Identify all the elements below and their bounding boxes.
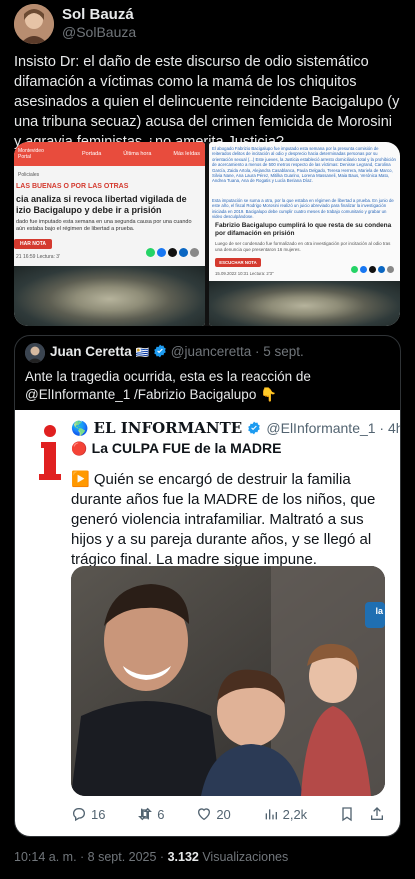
kicker: LAS BUENAS O POR LAS OTRAS <box>16 183 129 190</box>
site-brand-sub: Portal <box>18 154 32 160</box>
like-count: 20 <box>216 806 231 822</box>
share-icons <box>146 248 201 257</box>
share-icons-right <box>351 266 396 273</box>
views-count: 2,2k <box>282 806 308 822</box>
repost-action: 6 <box>137 806 165 822</box>
views-label: Visualizaciones <box>198 850 289 864</box>
family-photo <box>71 566 385 796</box>
author-name[interactable]: Sol Bauzá <box>62 6 134 23</box>
embedded-verified-icon <box>247 421 261 435</box>
repost-icon <box>138 807 153 821</box>
breadcrumb: Policiales <box>18 172 40 178</box>
embedded-action-bar: 16 6 20 2,2k <box>71 806 385 822</box>
news-screenshot-left[interactable]: Montevideo Portal Portada Última hora Má… <box>14 142 205 326</box>
email-icon <box>190 248 199 257</box>
quoted-post[interactable]: Juan Ceretta 🇺🇾 @juanceretta · 5 sept. A… <box>14 335 401 837</box>
reply-count: 16 <box>91 806 106 822</box>
x-icon <box>168 248 177 257</box>
email-icon <box>387 266 394 273</box>
embedded-headline: La CULPA FUE de la MADRE <box>91 440 282 456</box>
flag-icon: 🇺🇾 <box>135 347 150 359</box>
embedded-screenshot[interactable]: 🌎 EL INFORMANTE @ElInformante_1 · 4h 🔴 L… <box>15 410 401 836</box>
listen-button-right-label: ESCUCHAR NOTA <box>219 260 257 265</box>
article-excerpt-mid: Esta imputación se suma a otra, por la q… <box>212 198 394 220</box>
red-circle-icon: 🔴 <box>71 441 88 456</box>
listen-button-right: ESCUCHAR NOTA <box>215 258 261 267</box>
news-header-bar: Montevideo Portal Portada Última hora Má… <box>14 142 205 166</box>
related-lede: Luego de ser condenado fue formalizado e… <box>215 241 391 252</box>
views-icon <box>265 809 277 820</box>
post-text: Insisto Dr: el daño de este discurso de … <box>14 54 400 150</box>
reply-icon <box>73 808 85 822</box>
headline: cia analiza si revoca libertad vigilada … <box>16 194 187 215</box>
nav-portada: Portada <box>82 151 102 157</box>
article-excerpt-top: El abogado Fabrizio Bacigalupo fue imput… <box>212 146 396 184</box>
listen-button-label: HAR NOTA <box>19 241 46 247</box>
verified-badge-icon <box>153 344 167 358</box>
views-number: 3.132 <box>167 850 199 864</box>
avatar-image <box>14 4 54 44</box>
post-timestamp[interactable]: 10:14 a. m. · 8 sept. 2025 · <box>14 850 168 864</box>
quote-author-name[interactable]: Juan Ceretta <box>50 344 132 359</box>
embedded-author-line: 🌎 EL INFORMANTE @ElInformante_1 · 4h <box>71 418 401 437</box>
author-avatar[interactable] <box>14 4 54 44</box>
share-icon <box>371 807 383 820</box>
embedded-headline-line: 🔴 La CULPA FUE de la MADRE <box>71 440 281 458</box>
listen-button: HAR NOTA <box>14 239 52 249</box>
article-photo <box>14 266 205 326</box>
linkedin-icon <box>378 266 385 273</box>
embedded-photo: la <box>71 566 385 796</box>
repost-count: 6 <box>157 806 165 822</box>
media-grid[interactable]: Montevideo Portal Portada Última hora Má… <box>14 142 400 326</box>
related-headline: Fabrizio Bacigalupo cumplirá lo que rest… <box>215 222 392 237</box>
views-action: 2,2k <box>263 806 308 822</box>
x-icon <box>369 266 376 273</box>
quote-avatar-image <box>25 343 45 363</box>
embedded-handle: @ElInformante_1 · 4h <box>266 420 401 436</box>
embedded-name: EL INFORMANTE <box>93 419 243 437</box>
meta: 21 16:59 Lectura: 3' <box>16 254 61 260</box>
quote-author-avatar[interactable] <box>25 343 45 363</box>
like-action: 20 <box>196 806 231 822</box>
play-icon: ▶️ <box>71 471 90 488</box>
post-timestamp-line: 10:14 a. m. · 8 sept. 2025 · 3.132 Visua… <box>14 850 288 864</box>
quote-author-line[interactable]: Juan Ceretta 🇺🇾 @juanceretta · 5 sept. <box>50 344 304 359</box>
nav-mas-leidas: Más leídas <box>173 151 200 157</box>
meta-right: 15.09.2022 10:31 Lectura: 2'3" <box>215 271 274 276</box>
linkedin-icon <box>179 248 188 257</box>
article-photo-right <box>209 281 400 326</box>
reply-action: 16 <box>71 806 105 822</box>
facebook-icon <box>157 248 166 257</box>
bookmark-share-group <box>339 806 385 822</box>
whatsapp-icon <box>351 266 358 273</box>
bookmark-icon <box>342 807 352 822</box>
quote-author-handle[interactable]: @juanceretta · 5 sept. <box>171 344 304 359</box>
lede: dado fue imputado esta semana en una seg… <box>16 219 192 232</box>
nav-ultima-hora: Última hora <box>123 151 152 157</box>
photo-badge: la <box>375 606 383 616</box>
whatsapp-icon <box>146 248 155 257</box>
author-handle[interactable]: @SolBauza <box>62 24 136 40</box>
quote-text: Ante la tragedia ocurrida, esta es la re… <box>25 369 311 402</box>
heart-icon <box>198 808 211 821</box>
globe-icon: 🌎 <box>71 421 89 437</box>
news-screenshot-right[interactable]: El abogado Fabrizio Bacigalupo fue imput… <box>209 142 400 326</box>
embedded-body: Quién se encargó de destruir la familia … <box>71 471 376 568</box>
embedded-text: ▶️ Quién se encargó de destruir la famil… <box>71 470 383 570</box>
informante-logo-icon <box>37 424 63 482</box>
facebook-icon <box>360 266 367 273</box>
